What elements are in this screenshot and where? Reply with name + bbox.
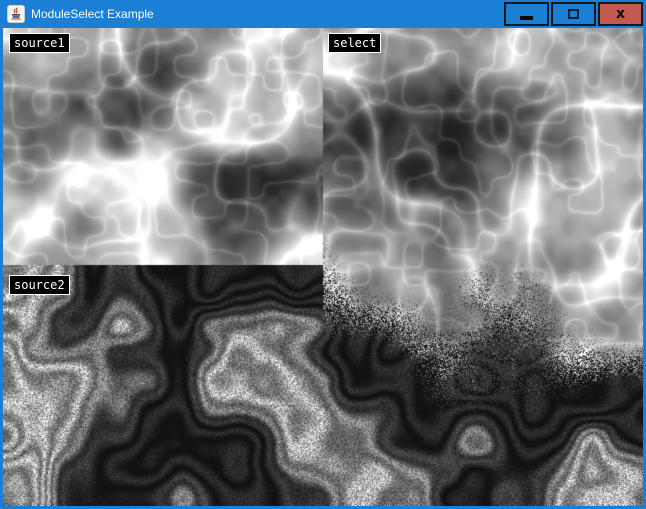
java-coffee-cup-icon: [7, 5, 25, 23]
window-title: ModuleSelect Example: [31, 0, 154, 28]
render-area: source1 select source2: [3, 28, 643, 506]
panel-label-source1: source1: [9, 33, 70, 53]
panel-label-select: select: [328, 33, 381, 53]
close-icon: x: [616, 7, 625, 21]
titlebar[interactable]: ModuleSelect Example x: [0, 0, 646, 28]
minimize-icon: [520, 16, 533, 20]
java-coffee-cup-glyph: [9, 7, 23, 21]
noise-canvas: [3, 28, 643, 506]
panel-label-source2: source2: [9, 275, 70, 295]
maximize-icon: [568, 9, 579, 19]
maximize-button[interactable]: [551, 2, 596, 26]
minimize-button[interactable]: [504, 2, 549, 26]
close-button[interactable]: x: [598, 2, 643, 26]
window-controls: x: [504, 2, 643, 26]
app-window: ModuleSelect Example x source1 select so…: [0, 0, 646, 509]
